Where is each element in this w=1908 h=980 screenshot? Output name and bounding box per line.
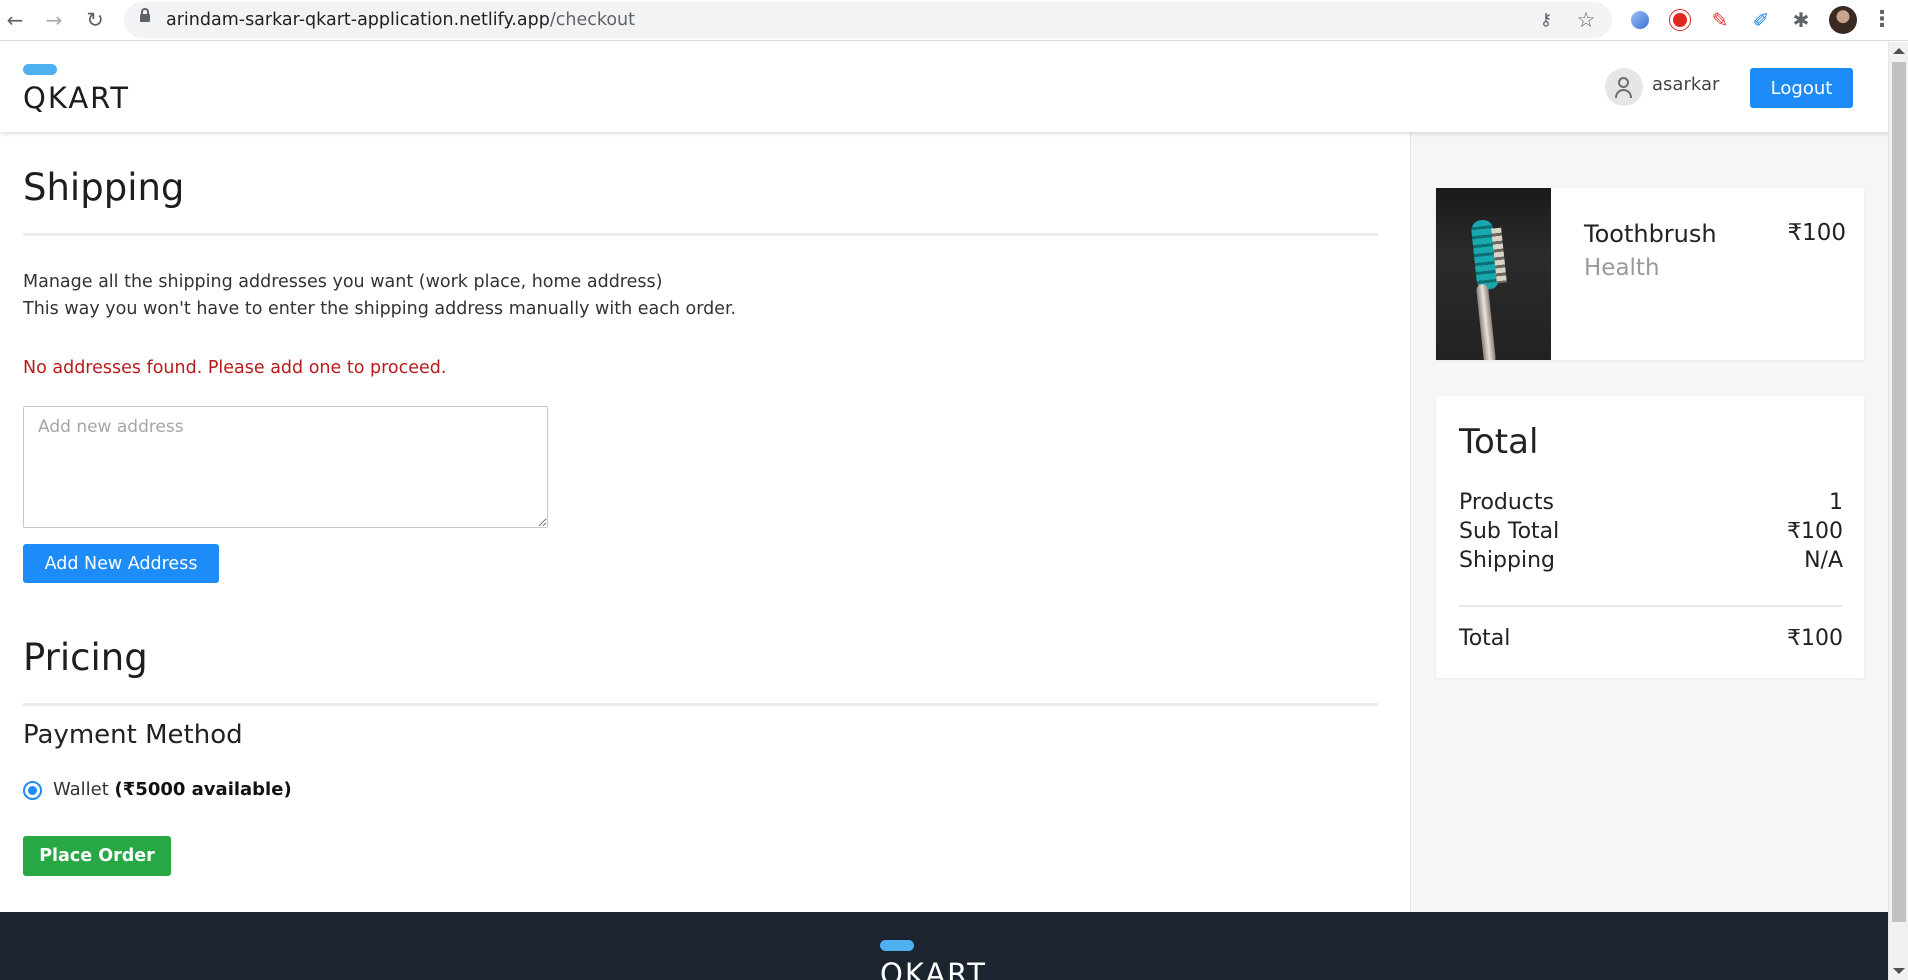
profile-avatar[interactable] — [1829, 6, 1857, 34]
checkout-main: Shipping Manage all the shipping address… — [0, 132, 1410, 912]
place-order-button[interactable]: Place Order — [23, 836, 171, 876]
grand-total-label: Total — [1459, 626, 1511, 651]
product-name: Toothbrush — [1584, 220, 1717, 248]
browser-toolbar: ← → ↻ arindam-sarkar-qkart-application.n… — [0, 0, 1908, 41]
url-path: /checkout — [549, 10, 636, 30]
add-new-address-button[interactable]: Add New Address — [23, 544, 219, 583]
logout-button[interactable]: Logout — [1750, 68, 1853, 108]
pricing-title: Pricing — [23, 636, 148, 679]
scroll-up-arrow-icon[interactable] — [1893, 48, 1905, 54]
star-icon[interactable]: ☆ — [1576, 8, 1596, 32]
shipping-value: N/A — [1804, 548, 1843, 573]
pricing-divider — [23, 703, 1378, 706]
user-avatar-icon — [1605, 68, 1643, 106]
order-total-card: Total Products 1 Sub Total ₹100 Shipping… — [1436, 396, 1864, 678]
total-divider — [1459, 605, 1842, 607]
subtotal-label: Sub Total — [1459, 519, 1560, 544]
page: QKART asarkar Logout Shipping Manage all… — [0, 42, 1888, 980]
footer: QKART — [0, 912, 1888, 980]
product-price: ₹100 — [1787, 220, 1846, 246]
wallet-radio[interactable] — [23, 781, 42, 800]
subtotal-value: ₹100 — [1787, 519, 1843, 544]
shipping-desc-line2: This way you won't have to enter the shi… — [23, 299, 737, 319]
scroll-down-arrow-icon[interactable] — [1893, 968, 1905, 974]
forward-arrow-icon[interactable]: → — [41, 7, 67, 33]
payment-method-title: Payment Method — [23, 720, 243, 750]
cart-item: Toothbrush Health ₹100 — [1436, 188, 1864, 360]
lock-icon[interactable] — [140, 8, 150, 22]
products-value: 1 — [1829, 490, 1843, 515]
shipping-label: Shipping — [1459, 548, 1555, 573]
url-host: arindam-sarkar-qkart-application.netlify… — [166, 10, 550, 30]
shipping-title: Shipping — [23, 166, 185, 209]
toothbrush-image — [1436, 188, 1551, 360]
footer-logo-bar — [880, 940, 914, 951]
address-bar[interactable]: arindam-sarkar-qkart-application.netlify… — [124, 2, 1612, 38]
page-scrollbar[interactable] — [1888, 42, 1908, 980]
cart-sidebar: Toothbrush Health ₹100 Total Products 1 … — [1410, 132, 1888, 912]
scroll-thumb[interactable] — [1892, 62, 1906, 922]
key-icon[interactable]: ⚷ — [1536, 10, 1556, 30]
username: asarkar — [1652, 74, 1720, 95]
url-text[interactable]: arindam-sarkar-qkart-application.netlify… — [166, 2, 635, 38]
app-header: QKART asarkar Logout — [0, 42, 1888, 132]
grand-total-value: ₹100 — [1787, 626, 1843, 651]
reload-icon[interactable]: ↻ — [82, 7, 108, 33]
marker-extension-icon[interactable]: ✐ — [1749, 8, 1773, 32]
pen-extension-icon[interactable]: ✎ — [1708, 8, 1732, 32]
footer-logo: QKART — [880, 940, 1000, 980]
qkart-logo[interactable]: QKART — [23, 64, 143, 115]
logo-bar — [23, 64, 57, 75]
back-arrow-icon[interactable]: ← — [2, 7, 28, 33]
no-address-error: No addresses found. Please add one to pr… — [23, 358, 447, 378]
wallet-label[interactable]: Wallet (₹5000 available) — [53, 779, 292, 800]
total-title: Total — [1459, 422, 1539, 462]
products-label: Products — [1459, 490, 1554, 515]
logo-text: QKART — [23, 81, 130, 115]
extension-icon[interactable] — [1668, 8, 1692, 32]
shipping-desc-line1: Manage all the shipping addresses you wa… — [23, 272, 663, 292]
brush-handle — [1475, 283, 1497, 360]
wallet-balance: (₹5000 available) — [114, 779, 292, 800]
new-address-input[interactable] — [23, 406, 548, 528]
footer-logo-text: QKART — [880, 957, 987, 980]
menu-dots-icon[interactable]: ⋮ — [1870, 6, 1894, 34]
puzzle-icon[interactable]: ✱ — [1789, 8, 1813, 32]
shipping-divider — [23, 233, 1378, 236]
wallet-text: Wallet — [53, 779, 109, 800]
extension-icon[interactable] — [1628, 8, 1652, 32]
product-category: Health — [1584, 255, 1660, 281]
